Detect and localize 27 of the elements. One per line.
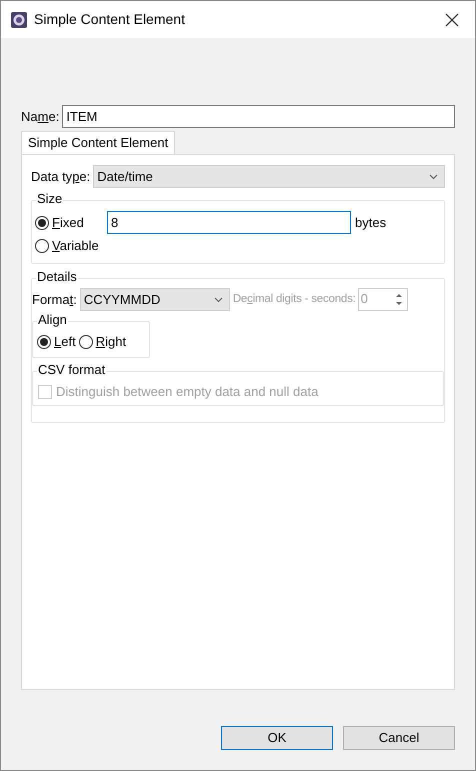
radio-button[interactable] [35,216,49,230]
field-label: Name: [21,108,60,126]
group-title: Align [37,312,68,328]
size-field[interactable]: 8 [107,211,351,234]
tab[interactable]: Simple Content Element [21,131,176,154]
unit-label: bytes [355,214,386,232]
data-type-dropdown[interactable]: Date/time [93,165,445,188]
window-title: Simple Content Element [34,10,185,29]
dialog-button[interactable]: Cancel [343,726,455,750]
format-dropdown[interactable]: CCYYMMDD [80,288,230,311]
radio-label: Left [54,333,76,351]
app-icon [11,12,27,28]
field-label: Data type: [31,168,90,186]
radio-button[interactable] [35,238,49,253]
radio-label: Variable [52,237,99,255]
radio-button[interactable] [78,334,93,349]
field-label: Format: [32,290,77,309]
field-label: Decimal digits - seconds: [232,292,356,307]
radio-label: Fixed [52,214,84,232]
close-icon[interactable] [445,12,459,26]
radio-button[interactable] [37,334,51,349]
name-field[interactable]: ITEM [62,105,455,128]
chevron-icon [429,174,438,180]
radio-label: Right [96,333,126,351]
dialog-button[interactable]: OK [221,726,333,750]
checkbox-label: Distinguish between empty data and null data [56,383,318,401]
chevron-icon [214,296,223,302]
